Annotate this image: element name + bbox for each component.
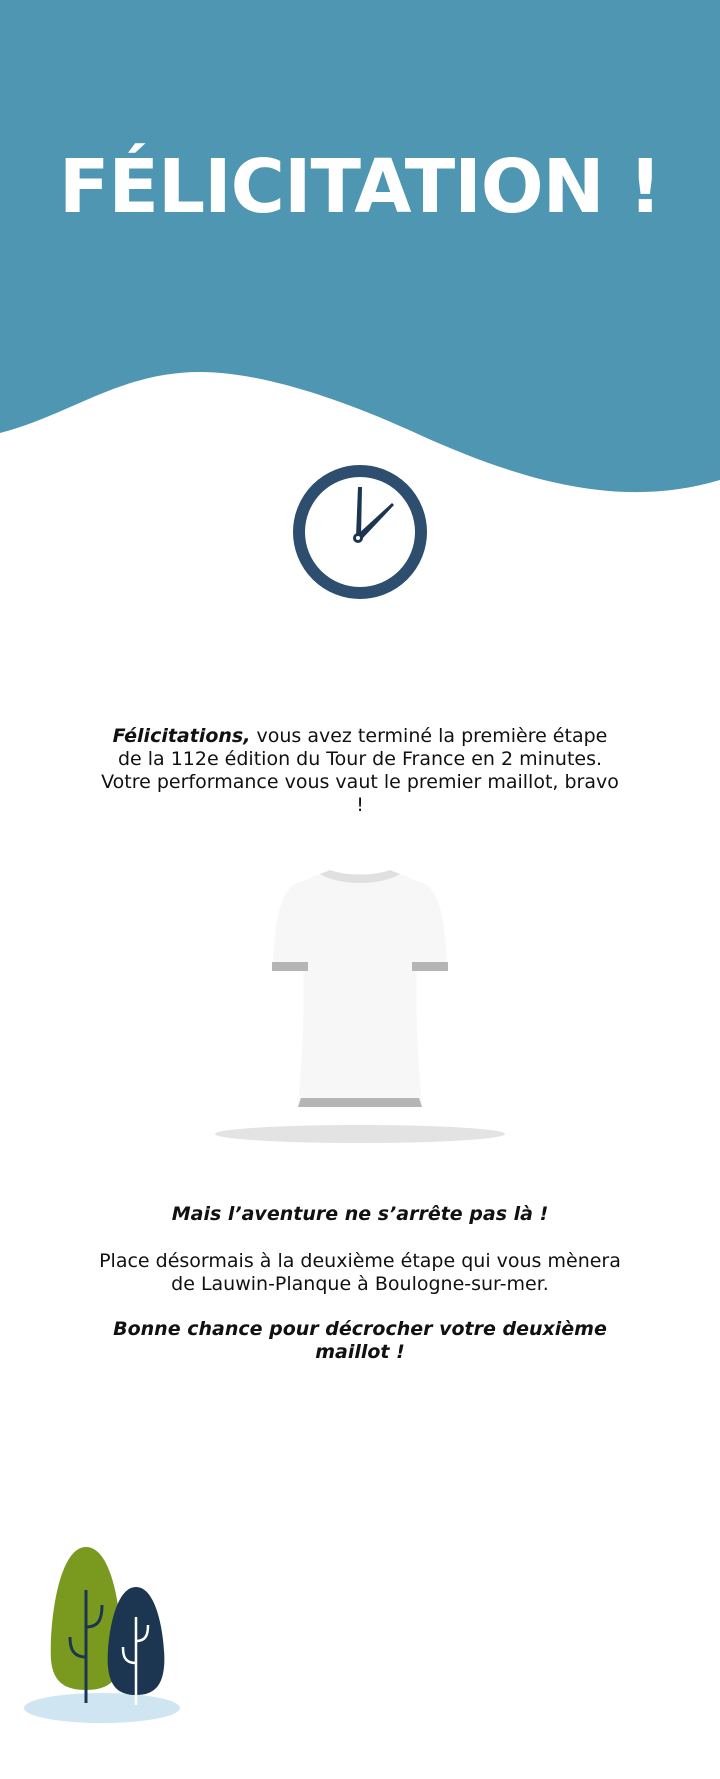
clock-icon [293, 465, 427, 599]
jersey-icon [215, 870, 505, 1143]
header-wave [0, 0, 720, 493]
intro-lead: Félicitations, [112, 725, 251, 747]
page-title: FÉLICITATION ! [58, 144, 662, 230]
intro-message: Félicitations, vous avez terminé la prem… [100, 725, 620, 817]
trees-illustration [24, 1547, 180, 1723]
good-luck-message: Bonne chance pour décrocher votre deuxiè… [113, 1318, 607, 1363]
adventure-subheading: Mais l’aventure ne s’arrête pas là ! [171, 1203, 549, 1225]
header-banner: FÉLICITATION ! [0, 0, 720, 500]
next-stage-message: Place désormais à la deuxième étape qui … [99, 1250, 621, 1295]
